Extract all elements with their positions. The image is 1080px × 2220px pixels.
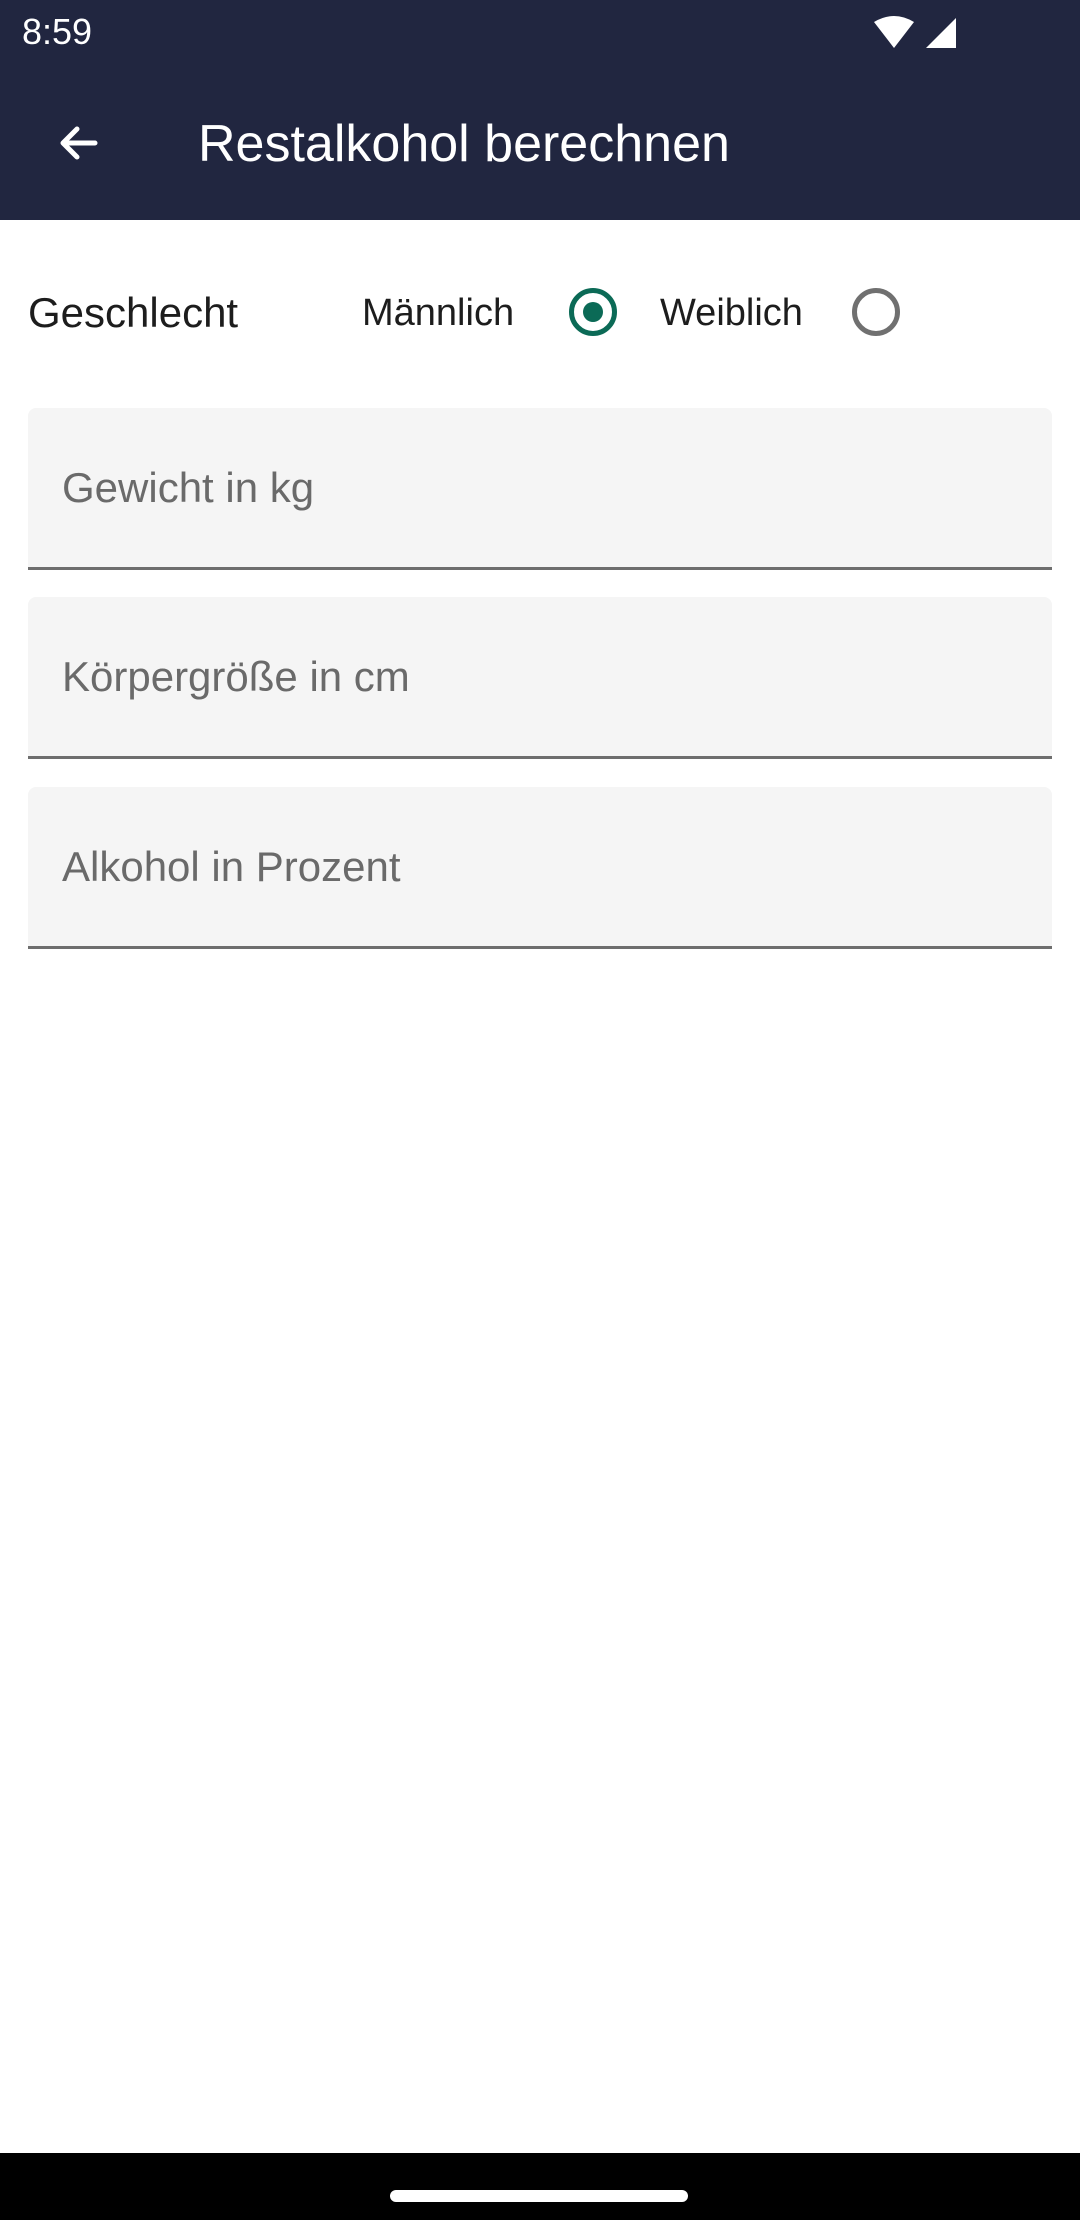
height-input[interactable]: [28, 597, 1052, 756]
weight-input[interactable]: [28, 408, 1052, 567]
arrow-left-icon: [60, 126, 98, 160]
status-time: 8:59: [22, 11, 93, 52]
back-button[interactable]: [42, 108, 112, 178]
system-navigation-bar: [0, 2153, 1080, 2220]
status-icons: [872, 14, 962, 54]
page-title: Restalkohol berechnen: [198, 115, 730, 173]
alcohol-percent-field[interactable]: [28, 787, 1052, 949]
female-option-label[interactable]: Weiblich: [660, 290, 803, 336]
alcohol-percent-input[interactable]: [28, 787, 1052, 946]
top-app-bar: 8:59 Restalkohol berechnen: [0, 0, 1080, 220]
female-radio-button[interactable]: [852, 288, 900, 336]
gender-label: Geschlecht: [28, 289, 239, 336]
weight-field[interactable]: [28, 408, 1052, 570]
wifi-icon: [874, 16, 914, 48]
gender-selector: Geschlecht Männlich Weiblich: [0, 270, 1080, 354]
home-gesture-handle[interactable]: [390, 2190, 688, 2202]
cell-signal-icon: [926, 18, 956, 48]
male-option-label[interactable]: Männlich: [362, 290, 514, 336]
height-field[interactable]: [28, 597, 1052, 759]
male-radio-button[interactable]: [569, 288, 617, 336]
